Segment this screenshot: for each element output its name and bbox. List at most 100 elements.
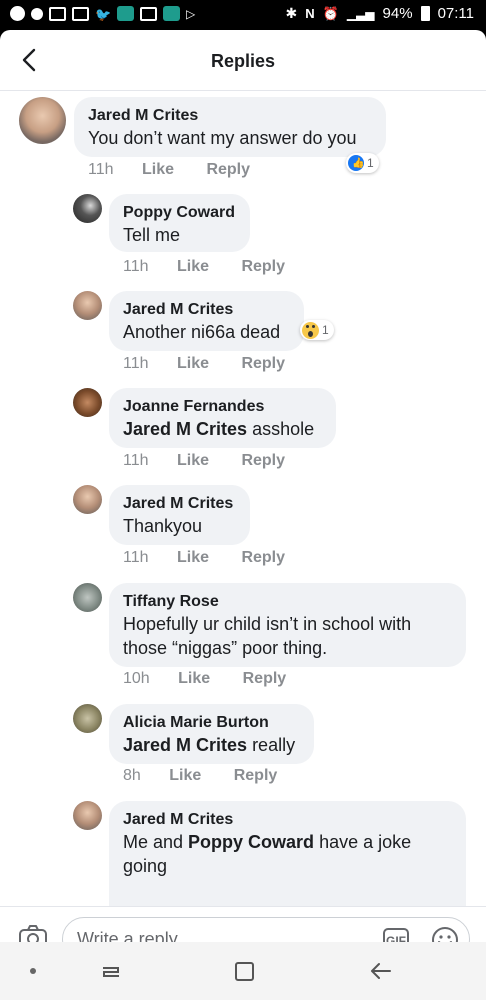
comment-author[interactable]: Joanne Fernandes [123, 397, 322, 417]
nav-dot-icon [30, 968, 36, 974]
reply-button[interactable]: Reply [206, 161, 250, 178]
like-button[interactable]: Like [177, 452, 209, 469]
mail-icon [49, 6, 66, 21]
signal-icon: ▁▃▅ [346, 6, 375, 21]
like-button[interactable]: Like [177, 549, 209, 566]
comment-text: You don’t want my answer do you [88, 128, 357, 148]
clock: 07:11 [437, 5, 474, 22]
avatar[interactable] [73, 485, 102, 514]
comment-text: Tell me [123, 225, 181, 245]
comment-actions: 11h Like Reply [123, 258, 313, 276]
comment-author[interactable]: Poppy Coward [123, 203, 236, 223]
like-button[interactable]: Like [177, 258, 209, 275]
bluetooth-icon: ✱ [285, 5, 298, 21]
like-button[interactable]: Like [177, 355, 209, 372]
avatar[interactable] [73, 583, 102, 612]
navigation-bar [0, 942, 486, 1000]
status-bar: 🐦 ▷ ✱ N ⏰ ▁▃▅ 94% 07:11 [0, 0, 486, 30]
app-icon [117, 6, 134, 21]
avatar[interactable] [73, 291, 102, 320]
comment-time: 10h [123, 670, 150, 687]
back-icon[interactable] [368, 958, 394, 984]
gif-button[interactable]: GIF [383, 928, 409, 942]
system-icons: ✱ N ⏰ ▁▃▅ 94% 07:11 [286, 5, 474, 22]
comment-bubble: Jared M Crites Another ni66a dead [109, 291, 304, 351]
comment-text: Hopefully ur child isn’t in school with t… [123, 614, 412, 658]
comment-time: 8h [123, 767, 141, 784]
reply-composer: GIF [0, 906, 486, 942]
reply-button[interactable]: Reply [241, 258, 285, 275]
comment-text: Me and Poppy Coward have a joke going [123, 832, 412, 876]
reply-field[interactable]: GIF [62, 917, 470, 942]
comment-bubble: Tiffany Rose Hopefully ur child isn’t in… [109, 583, 466, 667]
reaction-badge[interactable]: 👍 1 [346, 153, 379, 173]
notification-icon [31, 7, 43, 20]
avatar[interactable] [73, 194, 102, 223]
comment-time: 11h [88, 161, 114, 178]
reaction-count: 1 [367, 156, 374, 170]
comment-actions: 11h Like Reply [88, 161, 278, 179]
home-icon[interactable] [232, 958, 258, 984]
comment-author[interactable]: Jared M Crites [123, 494, 236, 514]
mail-icon [140, 6, 157, 21]
mention[interactable]: Jared M Crites [123, 419, 247, 439]
camera-icon[interactable] [18, 923, 48, 942]
comment-author[interactable]: Jared M Crites [88, 106, 372, 126]
notification-icons: 🐦 ▷ [10, 6, 202, 22]
like-button[interactable]: Like [142, 161, 174, 178]
comment-bubble: Poppy Coward Tell me [109, 194, 250, 252]
smile-icon[interactable] [431, 926, 459, 942]
comment-actions: 11h Like Reply [123, 452, 313, 470]
reply-button[interactable]: Reply [241, 452, 285, 469]
reply-button[interactable]: Reply [234, 767, 278, 784]
comment-time: 11h [123, 549, 149, 566]
battery-icon [420, 6, 430, 21]
avatar[interactable] [73, 704, 102, 733]
reply-button[interactable]: Reply [241, 355, 285, 372]
like-button[interactable]: Like [169, 767, 201, 784]
comment-time: 11h [123, 452, 149, 469]
avatar[interactable] [19, 97, 66, 144]
mention[interactable]: Poppy Coward [188, 832, 314, 852]
alarm-icon: ⏰ [322, 5, 339, 21]
avatar[interactable] [73, 801, 102, 830]
comment-text: Another ni66a dead [123, 322, 281, 342]
comment-actions: 8h Like Reply [123, 767, 305, 785]
comment-text: Jared M Crites asshole [123, 419, 315, 439]
comment-author[interactable]: Alicia Marie Burton [123, 713, 300, 733]
wow-reaction-icon [302, 321, 319, 339]
battery-percent: 94% [382, 5, 413, 22]
comment-bubble: Jared M Crites Thankyou [109, 485, 250, 545]
header: Replies [0, 30, 486, 91]
comment-author[interactable]: Tiffany Rose [123, 592, 452, 612]
comment-text: Thankyou [123, 516, 203, 536]
comment-bubble: Joanne Fernandes Jared M Crites asshole [109, 388, 336, 448]
like-button[interactable]: Like [178, 670, 210, 687]
reply-button[interactable]: Reply [243, 670, 287, 687]
mention[interactable]: Jared M Crites [123, 735, 247, 755]
recents-icon[interactable] [98, 958, 124, 984]
avatar[interactable] [73, 388, 102, 417]
comment-text: Jared M Crites really [123, 735, 296, 755]
notification-icon [10, 6, 25, 21]
thumbs-up-icon: 👍 [348, 155, 364, 171]
comment-bubble: Jared M Crites Me and Poppy Coward have … [109, 801, 466, 911]
reaction-badge[interactable]: 1 [300, 320, 334, 340]
reaction-count: 1 [322, 323, 329, 337]
comment-bubble: Alicia Marie Burton Jared M Crites reall… [109, 704, 314, 764]
nfc-icon: N [305, 6, 315, 21]
twitter-icon: 🐦 [95, 6, 112, 22]
replies-sheet: Replies Jared M Crites You don’t want my… [0, 30, 486, 942]
comment-time: 11h [123, 355, 149, 372]
comment-author[interactable]: Jared M Crites [123, 300, 290, 320]
comment-actions: 11h Like Reply [123, 355, 313, 373]
reply-button[interactable]: Reply [241, 549, 285, 566]
comment-author[interactable]: Jared M Crites [123, 810, 452, 830]
play-icon: ▷ [186, 6, 196, 21]
comment-bubble: Jared M Crites You don’t want my answer … [74, 97, 386, 157]
reply-input[interactable] [75, 928, 379, 942]
app-icon [163, 6, 180, 21]
page-title: Replies [210, 51, 276, 71]
comment-actions: 10h Like Reply [123, 670, 314, 688]
comment-actions: 11h Like Reply [123, 549, 313, 567]
